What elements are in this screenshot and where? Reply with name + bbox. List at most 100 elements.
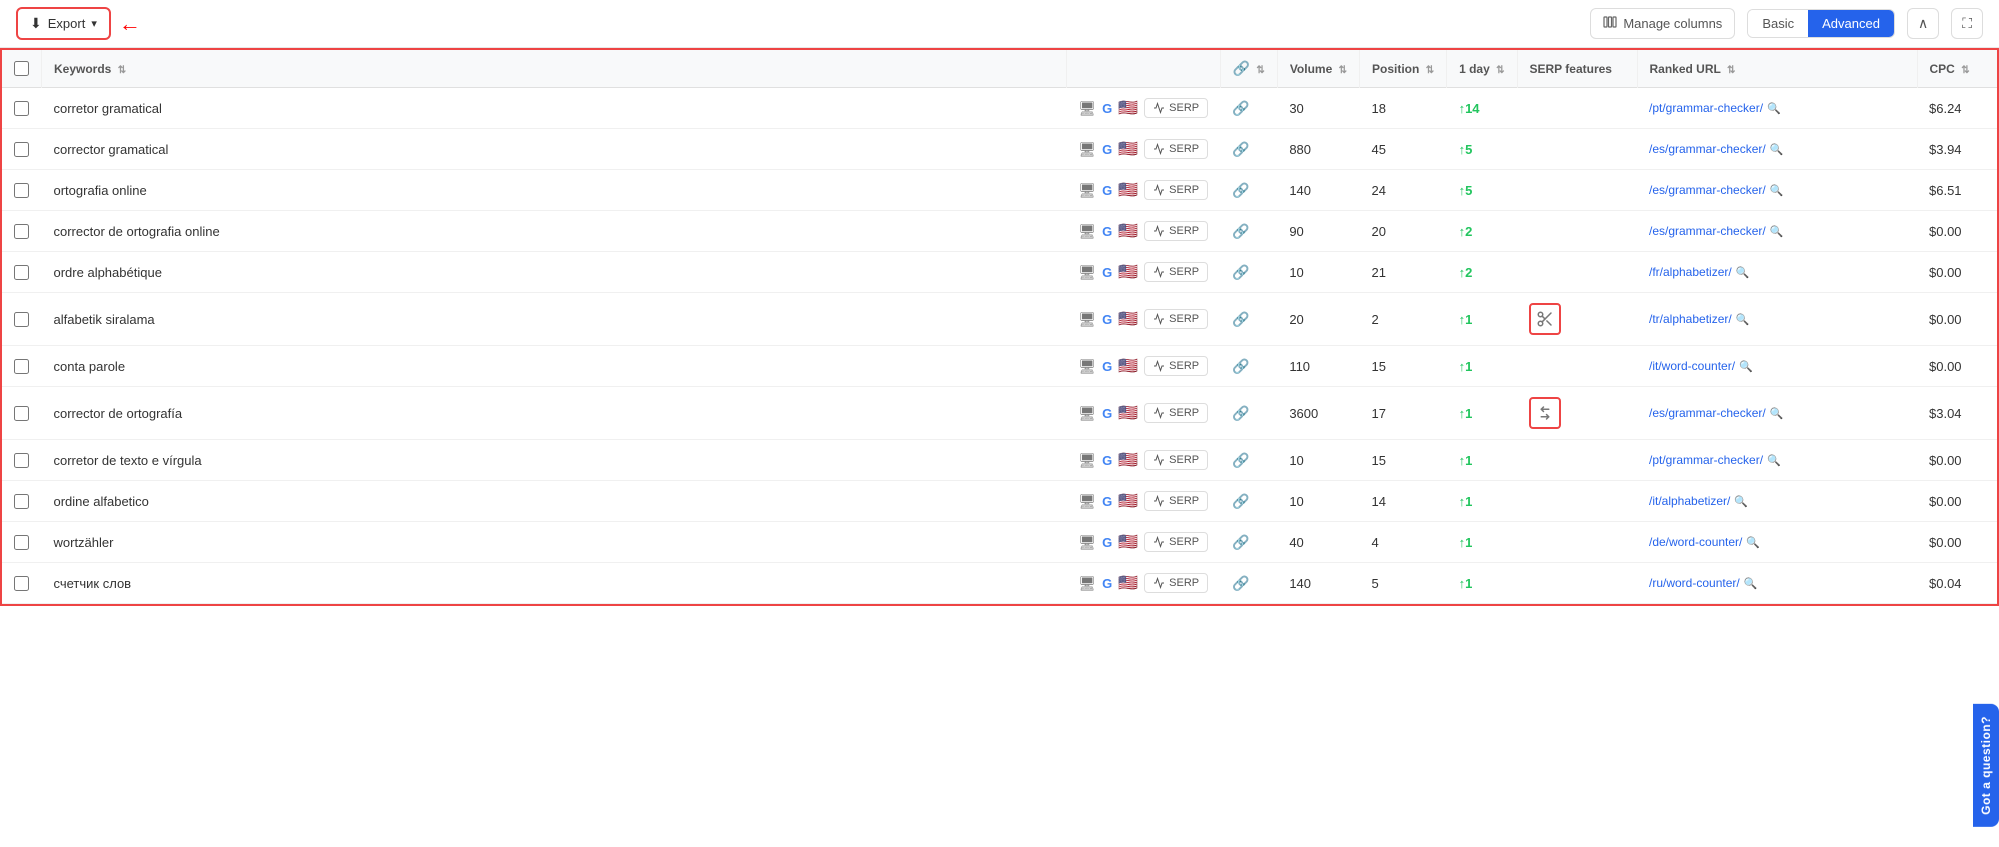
row-change: ↑1 xyxy=(1447,440,1517,481)
keyword-text: ortografia online xyxy=(54,183,147,198)
desktop-icon: 🖥 xyxy=(1078,405,1096,422)
header-ranked-url[interactable]: Ranked URL ⇅ xyxy=(1637,50,1917,88)
change-value: ↑1 xyxy=(1459,453,1473,468)
row-keyword: corretor gramatical xyxy=(42,88,1067,129)
row-checkbox[interactable] xyxy=(14,183,29,198)
serp-button[interactable]: SERP xyxy=(1144,573,1208,593)
desktop-icon: 🖥 xyxy=(1078,100,1096,117)
row-link-cell: 🔗 xyxy=(1220,211,1277,252)
manage-columns-button[interactable]: Manage columns xyxy=(1590,8,1735,39)
row-checkbox[interactable] xyxy=(14,453,29,468)
serp-button[interactable]: SERP xyxy=(1144,221,1208,241)
row-checkbox[interactable] xyxy=(14,576,29,591)
row-ranked-url: /ru/word-counter/ 🔍 xyxy=(1637,563,1917,604)
row-link-cell: 🔗 xyxy=(1220,252,1277,293)
header-1day[interactable]: 1 day ⇅ xyxy=(1447,50,1517,88)
ranked-url-link[interactable]: /es/grammar-checker/ 🔍 xyxy=(1649,224,1905,238)
table-row: счетчик слов 🖥 G 🇺🇸 SERP 🔗 140 5 ↑1 xyxy=(2,563,1997,604)
serp-button[interactable]: SERP xyxy=(1144,98,1208,118)
chain-link-icon: 🔗 xyxy=(1232,405,1249,421)
ranked-url-link[interactable]: /fr/alphabetizer/ 🔍 xyxy=(1649,265,1905,279)
google-icon: G xyxy=(1102,494,1112,509)
search-icon: 🔍 xyxy=(1770,407,1784,420)
row-checkbox[interactable] xyxy=(14,312,29,327)
serp-button[interactable]: SERP xyxy=(1144,532,1208,552)
row-checkbox[interactable] xyxy=(14,406,29,421)
row-checkbox[interactable] xyxy=(14,142,29,157)
expand-button[interactable]: ⛶ xyxy=(1951,8,1983,39)
table-row: conta parole 🖥 G 🇺🇸 SERP 🔗 110 15 ↑1 xyxy=(2,346,1997,387)
row-link-cell: 🔗 xyxy=(1220,129,1277,170)
serp-button[interactable]: SERP xyxy=(1144,403,1208,423)
serp-button[interactable]: SERP xyxy=(1144,262,1208,282)
ranked-url-link[interactable]: /pt/grammar-checker/ 🔍 xyxy=(1649,453,1905,467)
header-keyword[interactable]: Keywords ⇅ xyxy=(42,50,1067,88)
change-value: ↑2 xyxy=(1459,265,1473,280)
search-icon: 🔍 xyxy=(1770,184,1784,197)
ranked-url-link[interactable]: /pt/grammar-checker/ 🔍 xyxy=(1649,101,1905,115)
ranked-url-link[interactable]: /es/grammar-checker/ 🔍 xyxy=(1649,183,1905,197)
flag-icon: 🇺🇸 xyxy=(1118,450,1138,470)
serp-button[interactable]: SERP xyxy=(1144,356,1208,376)
chat-widget[interactable]: Got a question? xyxy=(1973,704,1999,827)
sort-icon-link: ⇅ xyxy=(1256,65,1264,76)
serp-button[interactable]: SERP xyxy=(1144,180,1208,200)
chain-link-icon: 🔗 xyxy=(1232,452,1249,468)
keyword-text: corretor de texto e vírgula xyxy=(54,453,202,468)
cpc-value: $0.00 xyxy=(1929,494,1962,509)
row-checkbox-cell xyxy=(2,252,42,293)
google-icon: G xyxy=(1102,312,1112,327)
row-checkbox[interactable] xyxy=(14,224,29,239)
select-all-checkbox[interactable] xyxy=(14,61,29,76)
row-ranked-url: /tr/alphabetizer/ 🔍 xyxy=(1637,293,1917,346)
serp-button[interactable]: SERP xyxy=(1144,491,1208,511)
row-cpc: $0.00 xyxy=(1917,440,1997,481)
sort-icon: ⇅ xyxy=(118,65,126,76)
row-change: ↑5 xyxy=(1447,170,1517,211)
ranked-url-link[interactable]: /es/grammar-checker/ 🔍 xyxy=(1649,142,1905,156)
row-cpc: $0.00 xyxy=(1917,211,1997,252)
row-checkbox[interactable] xyxy=(14,101,29,116)
dropdown-icon: ▾ xyxy=(91,17,97,30)
advanced-view-button[interactable]: Advanced xyxy=(1808,10,1894,37)
cpc-value: $0.00 xyxy=(1929,453,1962,468)
keyword-text: corrector de ortografia online xyxy=(54,224,220,239)
row-checkbox[interactable] xyxy=(14,359,29,374)
ranked-url-link[interactable]: /de/word-counter/ 🔍 xyxy=(1649,535,1905,549)
fullscreen-icon: ⛶ xyxy=(1962,15,1972,31)
ranked-url-link[interactable]: /tr/alphabetizer/ 🔍 xyxy=(1649,312,1905,326)
collapse-button[interactable]: ∧ xyxy=(1907,8,1939,39)
row-ranked-url: /es/grammar-checker/ 🔍 xyxy=(1637,129,1917,170)
row-ranked-url: /pt/grammar-checker/ 🔍 xyxy=(1637,88,1917,129)
row-ranked-url: /it/word-counter/ 🔍 xyxy=(1637,346,1917,387)
toolbar: ⬇ Export ▾ ← Manage columns Basic Advanc… xyxy=(0,0,1999,48)
keywords-table-container: Keywords ⇅ 🔗 ⇅ Volume ⇅ Position ⇅ 1 d xyxy=(0,48,1999,606)
row-checkbox[interactable] xyxy=(14,535,29,550)
ranked-url-link[interactable]: /it/alphabetizer/ 🔍 xyxy=(1649,494,1905,508)
search-icon: 🔍 xyxy=(1744,577,1758,590)
header-volume[interactable]: Volume ⇅ xyxy=(1277,50,1359,88)
header-cpc[interactable]: CPC ⇅ xyxy=(1917,50,1997,88)
row-checkbox-cell xyxy=(2,387,42,440)
header-position[interactable]: Position ⇅ xyxy=(1360,50,1447,88)
export-label: Export xyxy=(48,16,86,31)
row-link-cell: 🔗 xyxy=(1220,387,1277,440)
row-volume: 20 xyxy=(1277,293,1359,346)
row-action-icons: 🖥 G 🇺🇸 SERP xyxy=(1066,387,1220,440)
row-link-cell: 🔗 xyxy=(1220,440,1277,481)
row-checkbox[interactable] xyxy=(14,494,29,509)
basic-view-button[interactable]: Basic xyxy=(1748,10,1808,37)
chain-link-icon: 🔗 xyxy=(1232,141,1249,157)
row-checkbox[interactable] xyxy=(14,265,29,280)
ranked-url-link[interactable]: /it/word-counter/ 🔍 xyxy=(1649,359,1905,373)
row-action-icons: 🖥 G 🇺🇸 SERP xyxy=(1066,252,1220,293)
ranked-url-link[interactable]: /ru/word-counter/ 🔍 xyxy=(1649,576,1905,590)
export-button[interactable]: ⬇ Export ▾ xyxy=(16,7,111,40)
serp-button[interactable]: SERP xyxy=(1144,450,1208,470)
serp-button[interactable]: SERP xyxy=(1144,309,1208,329)
google-icon: G xyxy=(1102,142,1112,157)
ranked-url-link[interactable]: /es/grammar-checker/ 🔍 xyxy=(1649,406,1905,420)
serp-button[interactable]: SERP xyxy=(1144,139,1208,159)
row-position: 14 xyxy=(1360,481,1447,522)
search-icon: 🔍 xyxy=(1739,360,1753,373)
